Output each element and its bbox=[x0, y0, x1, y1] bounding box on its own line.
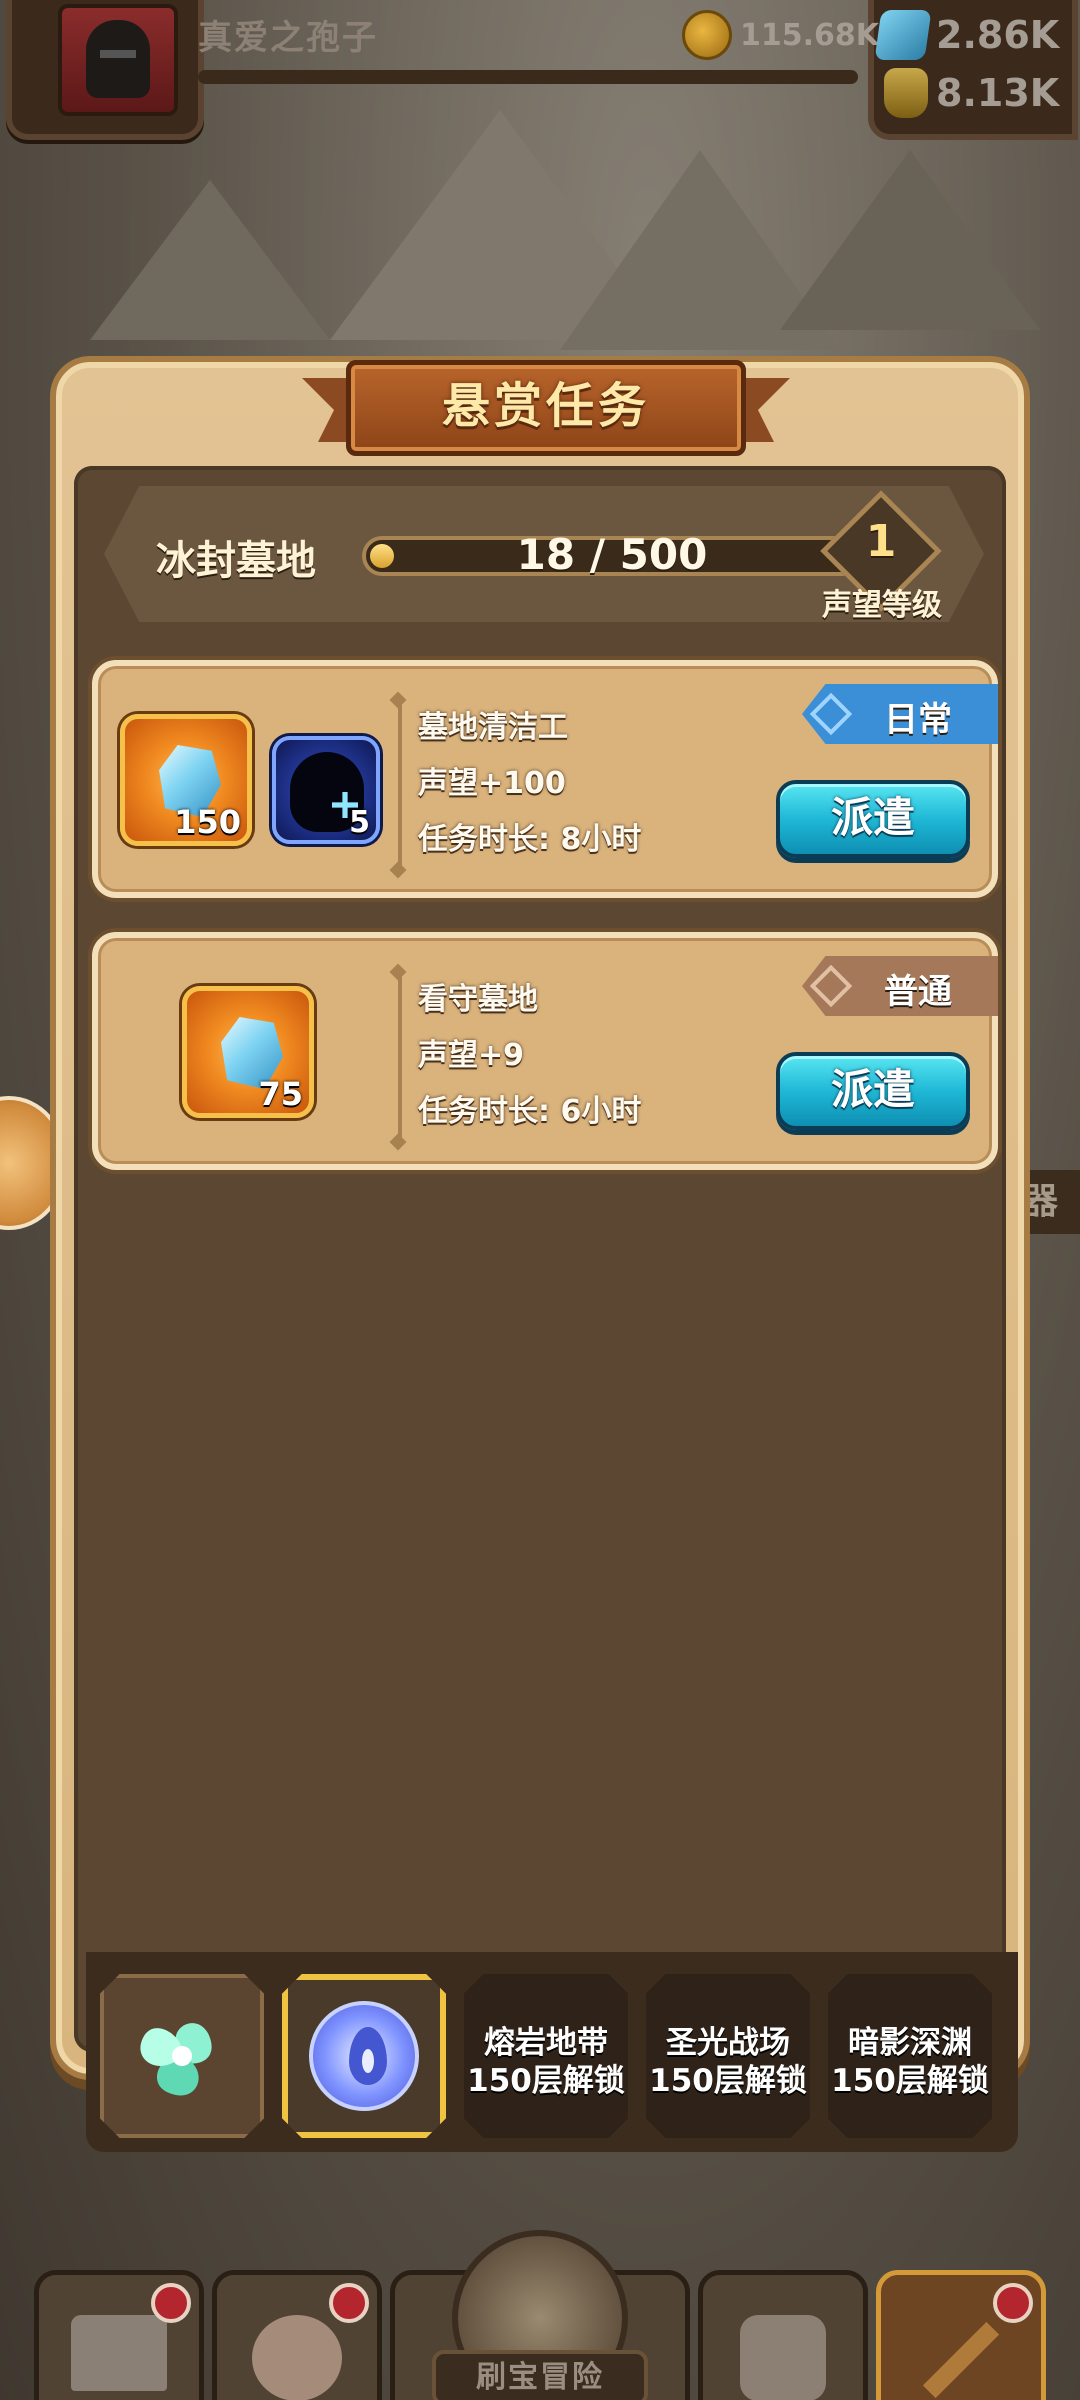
potion-counter[interactable]: 8.13K bbox=[884, 68, 1059, 118]
name-plate bbox=[198, 70, 858, 84]
water-drop-icon bbox=[309, 2001, 419, 2111]
task-duration: 任务时长: 6小时 bbox=[418, 1094, 642, 1129]
region-tab-name: 圣光战场 bbox=[666, 2025, 790, 2061]
reputation-level-label: 声望等级 bbox=[822, 588, 942, 623]
task-duration: 任务时长: 8小时 bbox=[418, 822, 642, 857]
region-tab-shadow[interactable]: 暗影深渊 150层解锁 bbox=[828, 1974, 992, 2138]
reward-slot[interactable]: 75 bbox=[182, 986, 314, 1118]
notification-dot bbox=[993, 2283, 1033, 2323]
reward-quantity: 5 bbox=[349, 805, 370, 840]
region-tab-unlock-requirement: 150层解锁 bbox=[467, 2063, 625, 2099]
reputation-level-value: 1 bbox=[865, 516, 897, 567]
notification-dot bbox=[151, 2283, 191, 2323]
task-reputation: 声望+100 bbox=[418, 766, 566, 801]
gold-counter[interactable]: 115.68K bbox=[682, 10, 879, 60]
gold-amount: 115.68K bbox=[740, 17, 880, 53]
reward-slot[interactable]: 5 bbox=[272, 736, 380, 844]
gem-amount: 2.86K bbox=[936, 13, 1060, 57]
task-card: 75 看守墓地 声望+9 任务时长: 6小时 普通 派遣 bbox=[92, 932, 998, 1170]
region-tab-bar: 熔岩地带 150层解锁 圣光战场 150层解锁 暗影深渊 150层解锁 bbox=[86, 1952, 1018, 2152]
dialog-title-ribbon: 悬赏任务 bbox=[302, 360, 790, 456]
wind-swirl-icon bbox=[140, 2023, 212, 2096]
nav-forge[interactable] bbox=[876, 2270, 1046, 2400]
region-tab-lock-text: 熔岩地带 150层解锁 bbox=[464, 2024, 628, 2100]
task-name: 墓地清洁工 bbox=[418, 710, 568, 745]
avatar[interactable] bbox=[58, 4, 178, 116]
dispatch-button[interactable]: 派遣 bbox=[776, 780, 970, 858]
top-bar: 真爱之孢子 115.68K 2.86K 8.13K bbox=[0, 0, 1080, 150]
region-tab-lock-text: 暗影深渊 150层解锁 bbox=[828, 2024, 992, 2100]
potion-amount: 8.13K bbox=[936, 71, 1060, 115]
hero-icon bbox=[252, 2315, 342, 2400]
nav-hero[interactable] bbox=[212, 2270, 382, 2400]
task-name: 看守墓地 bbox=[418, 982, 538, 1017]
task-type-label: 普通 bbox=[884, 972, 952, 1012]
player-avatar-frame[interactable] bbox=[6, 0, 204, 140]
player-name: 真爱之孢子 bbox=[198, 18, 378, 58]
reward-slot[interactable]: 150 bbox=[120, 714, 252, 846]
card-divider bbox=[398, 700, 402, 870]
potion-jar-icon bbox=[884, 68, 928, 118]
knight-helmet-icon bbox=[86, 20, 150, 98]
region-name: 冰封墓地 bbox=[156, 538, 316, 584]
nav-adventure-label[interactable]: 刷宝冒险 bbox=[432, 2350, 648, 2400]
bottom-navigation: 刷宝冒险 bbox=[0, 2230, 1080, 2400]
task-type-tag: 日常 bbox=[802, 684, 998, 744]
bag-icon bbox=[740, 2315, 826, 2400]
gem-icon bbox=[874, 10, 932, 60]
task-type-tag: 普通 bbox=[802, 956, 998, 1016]
region-tab-holy[interactable]: 圣光战场 150层解锁 bbox=[646, 1974, 810, 2138]
region-tab-wind[interactable] bbox=[100, 1974, 264, 2138]
dialog-content: 冰封墓地 18 / 500 1 声望等级 150 5 墓地清洁工 声望+100 … bbox=[74, 466, 1018, 2152]
dialog-title: 悬赏任务 bbox=[441, 378, 650, 434]
region-tab-lock-text: 圣光战场 150层解锁 bbox=[646, 2024, 810, 2100]
reward-quantity: 150 bbox=[174, 803, 241, 841]
notification-dot bbox=[329, 2283, 369, 2323]
gem-counter[interactable]: 2.86K bbox=[874, 10, 1060, 60]
task-card: 150 5 墓地清洁工 声望+100 任务时长: 8小时 日常 派遣 bbox=[92, 660, 998, 898]
gold-coin-icon bbox=[682, 10, 732, 60]
region-tab-name: 暗影深渊 bbox=[848, 2025, 972, 2061]
shop-icon bbox=[71, 2315, 167, 2391]
reputation-progress-text: 18 / 500 bbox=[516, 530, 708, 579]
region-tab-unlock-requirement: 150层解锁 bbox=[831, 2063, 989, 2099]
bounty-task-dialog: 悬赏任务 冰封墓地 18 / 500 1 声望等级 150 5 墓地清洁工 声望… bbox=[56, 360, 1024, 2152]
dispatch-button[interactable]: 派遣 bbox=[776, 1052, 970, 1130]
task-reputation: 声望+9 bbox=[418, 1038, 525, 1073]
region-tab-unlock-requirement: 150层解锁 bbox=[649, 2063, 807, 2099]
task-type-label: 日常 bbox=[884, 700, 952, 740]
region-tab-water[interactable] bbox=[282, 1974, 446, 2138]
region-tab-name: 熔岩地带 bbox=[484, 2025, 608, 2061]
card-divider bbox=[398, 972, 402, 1142]
nav-bag[interactable] bbox=[698, 2270, 868, 2400]
region-tab-lava[interactable]: 熔岩地带 150层解锁 bbox=[464, 1974, 628, 2138]
nav-shop[interactable] bbox=[34, 2270, 204, 2400]
reward-quantity: 75 bbox=[258, 1075, 303, 1113]
